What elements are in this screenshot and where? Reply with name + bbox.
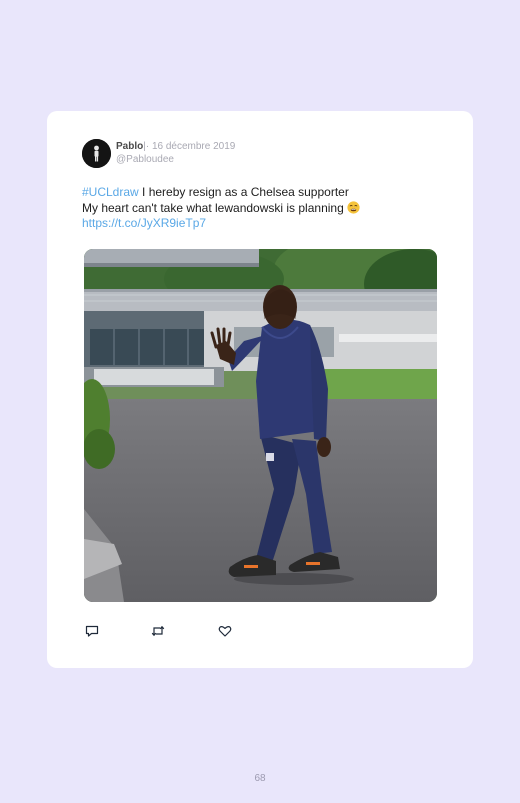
hashtag-link[interactable]: #UCLdraw: [82, 185, 139, 199]
heart-icon: [218, 626, 232, 637]
page-number: 68: [254, 773, 266, 784]
tweet-text-line-1-rest: I hereby resign as a Chelsea supporter: [138, 185, 349, 199]
photo-illustration: [84, 249, 437, 602]
tweet-author-line: Pablo|· 16 décembre 2019: [116, 141, 235, 153]
reply-button[interactable]: [84, 623, 100, 639]
tweet-text-line-2-body: My heart can't take what lewandowski is …: [82, 200, 348, 215]
speech-bubble-icon: [85, 625, 99, 637]
author-name[interactable]: Pablo: [116, 141, 143, 152]
like-button[interactable]: [217, 623, 233, 639]
author-handle[interactable]: @Pabloudee: [116, 154, 174, 166]
retweet-icon: [151, 625, 165, 637]
tweet-text-line-1: #UCLdraw I hereby resign as a Chelsea su…: [82, 185, 442, 201]
avatar[interactable]: [82, 139, 111, 168]
avatar-figure-icon: [82, 139, 111, 168]
tweet-date[interactable]: · 16 décembre 2019: [146, 141, 236, 152]
tweet-url-link[interactable]: https://t.co/JyXR9ieTp7: [82, 216, 442, 232]
tweet-text: #UCLdraw I hereby resign as a Chelsea su…: [82, 185, 442, 232]
tweet-text-line-2: My heart can't take what lewandowski is …: [82, 201, 442, 217]
weary-face-emoji-icon: [347, 200, 360, 214]
retweet-button[interactable]: [150, 623, 166, 639]
tweet-card: Pablo|· 16 décembre 2019 @Pabloudee #UCL…: [47, 111, 473, 668]
tweet-media-photo[interactable]: [84, 249, 437, 602]
